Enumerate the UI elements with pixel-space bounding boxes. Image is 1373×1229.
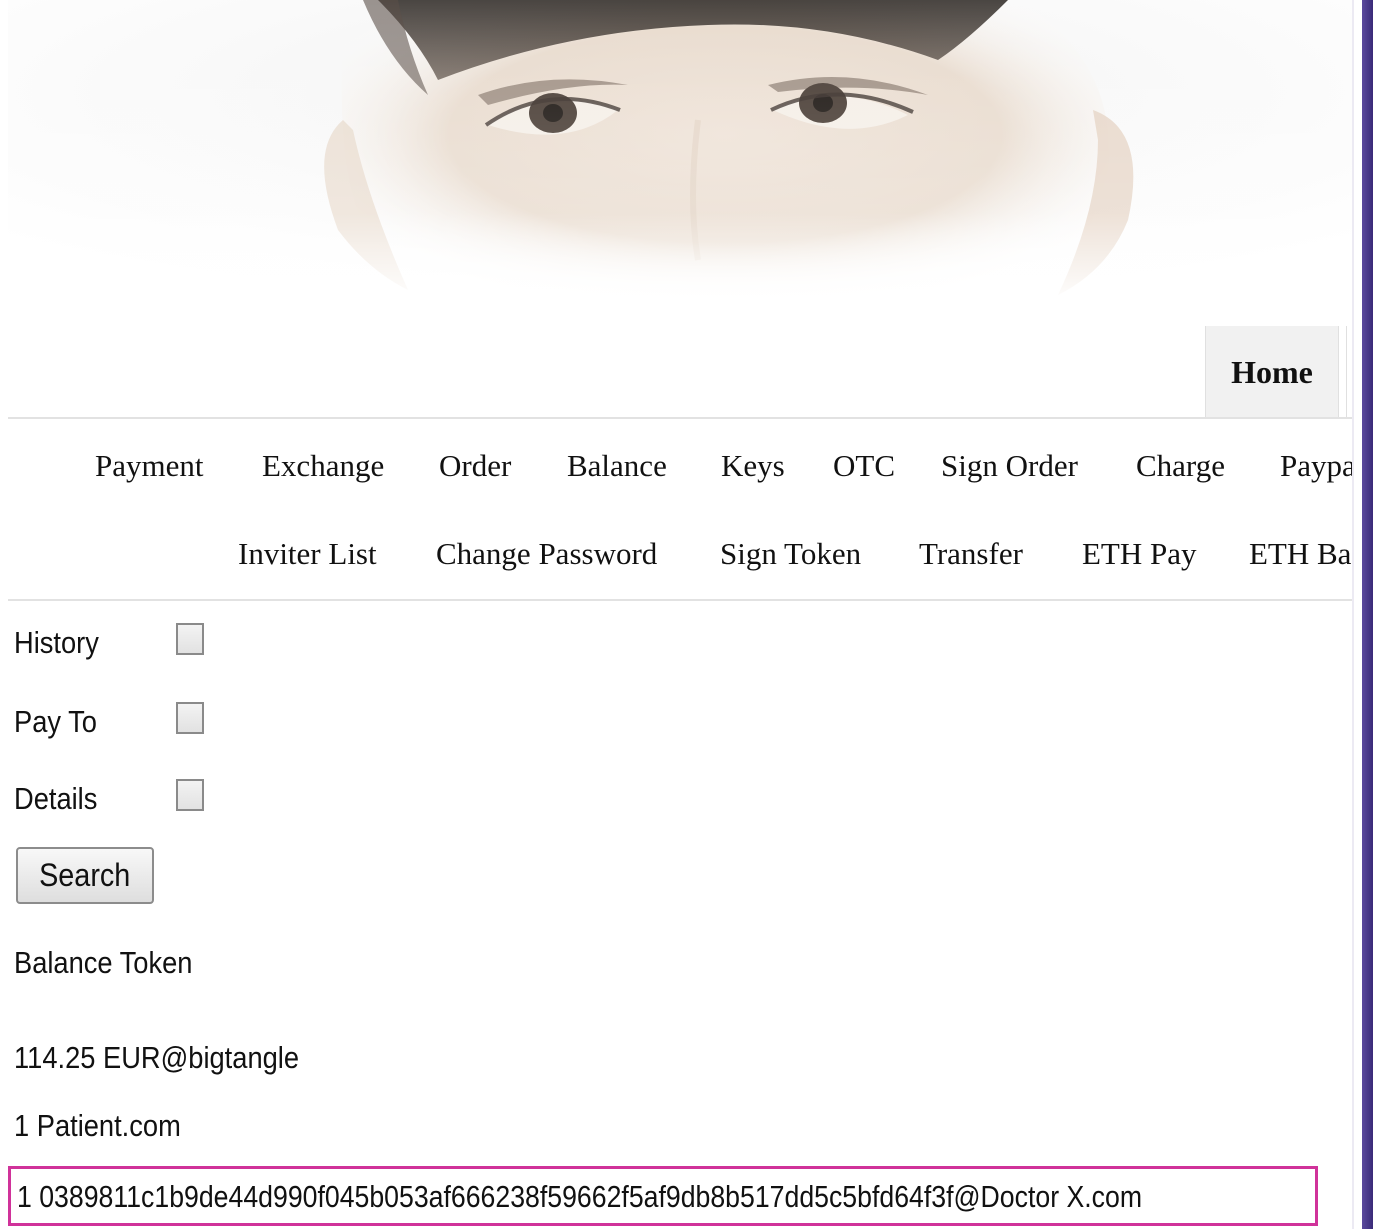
subnav-sign-order[interactable]: Sign Order — [941, 436, 1078, 496]
details-label: Details — [14, 781, 98, 816]
payto-label: Pay To — [14, 704, 97, 739]
scrollbar-edge — [1352, 0, 1354, 1229]
highlighted-balance-item: 1 0389811c1b9de44d990f045b053af666238f59… — [8, 1166, 1318, 1226]
subnav-row-1: Payment Exchange Order Balance Keys OTC … — [0, 436, 1354, 496]
subnav-row-2: Inviter List Change Password Sign Token … — [0, 524, 1354, 584]
nav-divider-top — [8, 417, 1354, 419]
subnav-sign-token[interactable]: Sign Token — [720, 524, 861, 584]
subnav-inviter-list[interactable]: Inviter List — [238, 524, 377, 584]
balance-item-1: 114.25 EUR@bigtangle — [14, 1040, 300, 1075]
subnav-order[interactable]: Order — [439, 436, 511, 496]
subnav-otc[interactable]: OTC — [833, 436, 895, 496]
subnav-payment[interactable]: Payment — [95, 436, 204, 496]
page: Home Payment Exchange Order Balance Keys… — [0, 0, 1362, 1229]
subnav-keys[interactable]: Keys — [721, 436, 785, 496]
payto-checkbox[interactable] — [176, 702, 204, 734]
search-button[interactable]: Search — [16, 847, 154, 904]
balance-item-2: 1 Patient.com — [14, 1108, 181, 1143]
subnav-paypal[interactable]: Paypal — [1280, 436, 1354, 496]
subnav-eth-balance[interactable]: ETH Balance — [1249, 524, 1354, 584]
subnav-charge[interactable]: Charge — [1136, 436, 1225, 496]
subnav-transfer[interactable]: Transfer — [919, 524, 1023, 584]
header-banner — [8, 0, 1352, 305]
nav-separator — [1346, 326, 1347, 418]
history-checkbox[interactable] — [176, 623, 204, 655]
subnav-change-password[interactable]: Change Password — [436, 524, 657, 584]
details-checkbox[interactable] — [176, 779, 204, 811]
subnav-eth-pay[interactable]: ETH Pay — [1082, 524, 1197, 584]
balance-token-heading: Balance Token — [14, 945, 193, 980]
search-button-label: Search — [39, 857, 131, 893]
nav-divider-bottom — [8, 599, 1354, 601]
banner-face-image — [8, 0, 1352, 305]
subnav-balance[interactable]: Balance — [567, 436, 667, 496]
history-label: History — [14, 625, 99, 660]
nav-home-tab[interactable]: Home — [1205, 326, 1339, 418]
window-right-border — [1362, 0, 1373, 1229]
nav-home-label: Home — [1231, 353, 1313, 390]
subnav-exchange[interactable]: Exchange — [262, 436, 384, 496]
balance-item-3: 1 0389811c1b9de44d990f045b053af666238f59… — [17, 1179, 1143, 1214]
